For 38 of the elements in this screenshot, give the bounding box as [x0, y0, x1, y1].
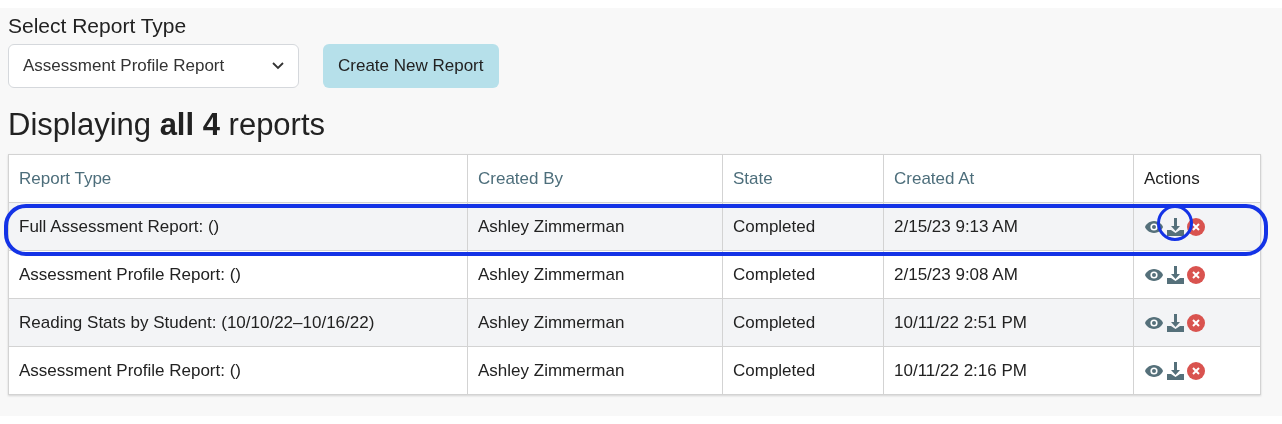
column-header[interactable]: State: [733, 168, 773, 188]
table-cell: Completed: [733, 360, 816, 380]
page-heading: Displaying all 4 reports: [8, 106, 326, 144]
field-label: Select Report Type: [8, 13, 187, 39]
table-cell: 10/11/22 2:51 PM: [894, 312, 1027, 332]
table-cell: Ashley Zimmerman: [478, 216, 625, 236]
table-cell: Reading Stats by Student: (10/10/22–10/16/22): [19, 312, 375, 332]
eye-icon[interactable]: [1144, 315, 1164, 330]
download-icon[interactable]: [1166, 266, 1185, 285]
delete-icon[interactable]: [1187, 361, 1205, 380]
table-cell: 2/15/23 9:08 AM: [894, 264, 1018, 284]
table-cell: Ashley Zimmerman: [478, 360, 625, 380]
table-cell: Full Assessment Report: (): [19, 216, 220, 236]
eye-icon[interactable]: [1144, 267, 1164, 282]
table-cell: Completed: [733, 312, 816, 332]
table-cell: Assessment Profile Report: (): [19, 360, 241, 380]
column-header[interactable]: Report Type: [19, 168, 112, 188]
chevron-down-icon: [272, 62, 284, 70]
eye-icon[interactable]: [1144, 219, 1164, 234]
download-icon[interactable]: [1166, 362, 1185, 381]
column-header[interactable]: Created By: [478, 168, 564, 188]
download-icon[interactable]: [1166, 218, 1185, 237]
column-header[interactable]: Created At: [894, 168, 975, 188]
delete-icon[interactable]: [1187, 313, 1205, 332]
table-cell: Completed: [733, 264, 816, 284]
table-cell: 10/11/22 2:16 PM: [894, 360, 1027, 380]
table-cell: 2/15/23 9:13 AM: [894, 216, 1018, 236]
download-icon[interactable]: [1166, 314, 1185, 333]
table-cell: Ashley Zimmerman: [478, 264, 625, 284]
create-report-button[interactable]: Create New Report: [323, 44, 499, 88]
delete-icon[interactable]: [1187, 265, 1205, 284]
table-cell: Ashley Zimmerman: [478, 312, 625, 332]
table-cell: Completed: [733, 216, 816, 236]
report-type-select[interactable]: Assessment Profile Report: [8, 44, 299, 88]
table-cell: Assessment Profile Report: (): [19, 264, 241, 284]
column-header: Actions: [1144, 168, 1200, 188]
eye-icon[interactable]: [1144, 363, 1164, 378]
delete-icon[interactable]: [1187, 217, 1205, 236]
